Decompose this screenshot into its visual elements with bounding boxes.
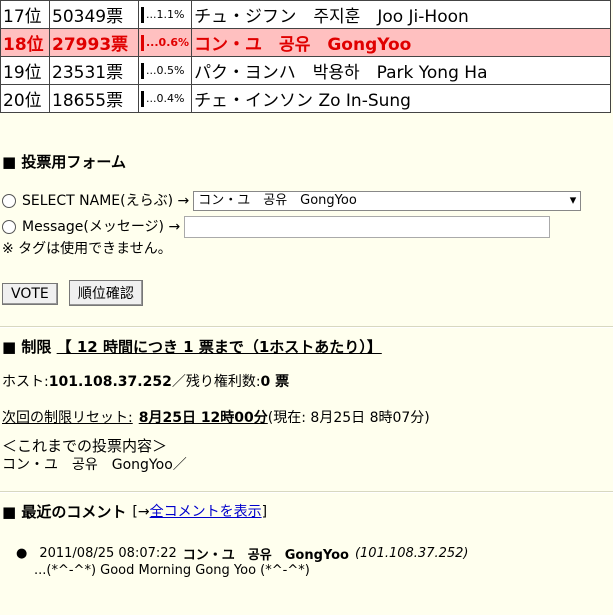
vote-bar — [141, 6, 144, 23]
percent-cell: ...1.1% — [137, 0, 193, 29]
remaining-label: ／残り権利数: — [171, 374, 261, 390]
limit-title-link: 【 12 時間につき 1 票まで（1ホストあたり）】 — [56, 338, 382, 356]
message-input[interactable] — [184, 216, 551, 238]
comments-link-suffix: ] — [261, 504, 268, 520]
reset-value: 8月25日 12時00分 — [138, 410, 268, 426]
rank-cell: 20位 — [0, 84, 50, 113]
ranking-row: 17位 50349票 ...1.1% チュ・ジフン 주지훈 Joo Ji-Hoon — [0, 0, 611, 29]
comments-title: ■ 最近のコメント — [2, 503, 127, 521]
votes-cell: 50349票 — [49, 0, 139, 29]
history-title: ＜これまでの投票内容＞ — [2, 437, 168, 455]
ranking-row: 18位 27993票 ...0.6% コン・ユ 공유 GongYoo — [0, 28, 611, 57]
message-radio[interactable] — [2, 220, 16, 234]
comments-link-prefix: [→ — [132, 504, 150, 520]
percent-value: 0.6% — [158, 35, 190, 49]
comment-name: コン・ユ 공유 GongYoo — [182, 547, 349, 563]
chevron-down-icon: ▾ — [569, 193, 577, 208]
name-select-value: コン・ユ 공유 GongYoo — [198, 193, 357, 208]
comment-date: 2011/08/25 08:07:22 — [39, 545, 177, 561]
select-name-label: SELECT NAME(えらぶ) → — [22, 193, 190, 209]
all-comments-link[interactable]: 全コメントを表示 — [150, 501, 262, 523]
vote-bar — [141, 34, 144, 51]
percent-cell: ...0.5% — [137, 56, 193, 85]
limit-section: ■ 制限 【 12 時間につき 1 票まで（1ホストあたり）】 ホスト: 101… — [0, 336, 613, 473]
name-cell: チュ・ジフン 주지훈 Joo Ji-Hoon — [191, 0, 611, 29]
remaining-value: 0 票 — [260, 374, 290, 390]
select-name-radio[interactable] — [2, 194, 16, 208]
name-cell: チェ・インソン Zo In-Sung — [191, 84, 611, 113]
comment-list: ● 2011/08/25 08:07:22 コン・ユ 공유 GongYoo (101.… — [2, 543, 613, 579]
name-select[interactable]: コン・ユ 공유 GongYoo ▾ — [193, 191, 582, 211]
reset-label: 次回の制限リセット: — [2, 410, 133, 426]
rank-cell: 19位 — [0, 56, 50, 85]
comment-ip: (101.108.37.252) — [354, 545, 469, 561]
history-value: コン・ユ 공유 GongYoo／ — [2, 457, 187, 473]
ranking-row: 19位 23531票 ...0.5% パク・ヨンハ 박용하 Park Yong Ha — [0, 56, 611, 85]
rank-check-button[interactable]: 順位確認 — [68, 280, 143, 306]
comments-section: ■ 最近のコメント [→ 全コメントを表示 ] ● 2011/08/25 08:0… — [0, 501, 613, 578]
vote-form-section: ■ 投票用フォーム SELECT NAME(えらぶ) → コン・ユ 공유 Gon… — [0, 151, 613, 306]
message-label: Message(メッセージ) → — [22, 219, 181, 235]
comment-text: ...(*^-^*) Good Morning Gong Yoo (*^-^*) — [34, 563, 310, 578]
percent-cell: ...0.6% — [137, 28, 193, 57]
rank-cell: 18位 — [0, 28, 50, 57]
host-value: 101.108.37.252 — [48, 374, 172, 390]
host-label: ホスト: — [2, 374, 49, 390]
vote-bar — [141, 90, 144, 107]
name-cell: コン・ユ 공유 GongYoo — [191, 28, 611, 57]
comment-item: ● 2011/08/25 08:07:22 コン・ユ 공유 GongYoo (101.… — [2, 543, 613, 579]
vote-button[interactable]: VOTE — [2, 283, 58, 305]
percent-value: 0.4% — [156, 91, 185, 105]
ranking-table: 17位 50349票 ...1.1% チュ・ジフン 주지훈 Joo Ji-Hoon 18… — [0, 0, 611, 113]
current-time: (現在: 8月25日 8時07分) — [267, 410, 430, 426]
votes-cell: 23531票 — [49, 56, 139, 85]
ranking-row: 20位 18655票 ...0.4% チェ・インソン Zo In-Sung — [0, 84, 611, 113]
percent-value: 0.5% — [156, 63, 185, 77]
votes-cell: 27993票 — [49, 28, 139, 57]
votes-cell: 18655票 — [49, 84, 139, 113]
vote-bar — [141, 62, 144, 79]
percent-cell: ...0.4% — [137, 84, 193, 113]
limit-title-prefix: ■ 制限 — [2, 338, 52, 356]
name-cell: パク・ヨンハ 박용하 Park Yong Ha — [191, 56, 611, 85]
bullet-icon: ● — [16, 545, 28, 561]
percent-value: 1.1% — [156, 7, 185, 21]
limit-title: ■ 制限 【 12 時間につき 1 票まで（1ホストあたり）】 — [2, 336, 613, 357]
form-title: ■ 投票用フォーム — [2, 153, 126, 171]
tag-note: ※ タグは使用できません。 — [2, 241, 172, 257]
rank-cell: 17位 — [0, 0, 50, 29]
